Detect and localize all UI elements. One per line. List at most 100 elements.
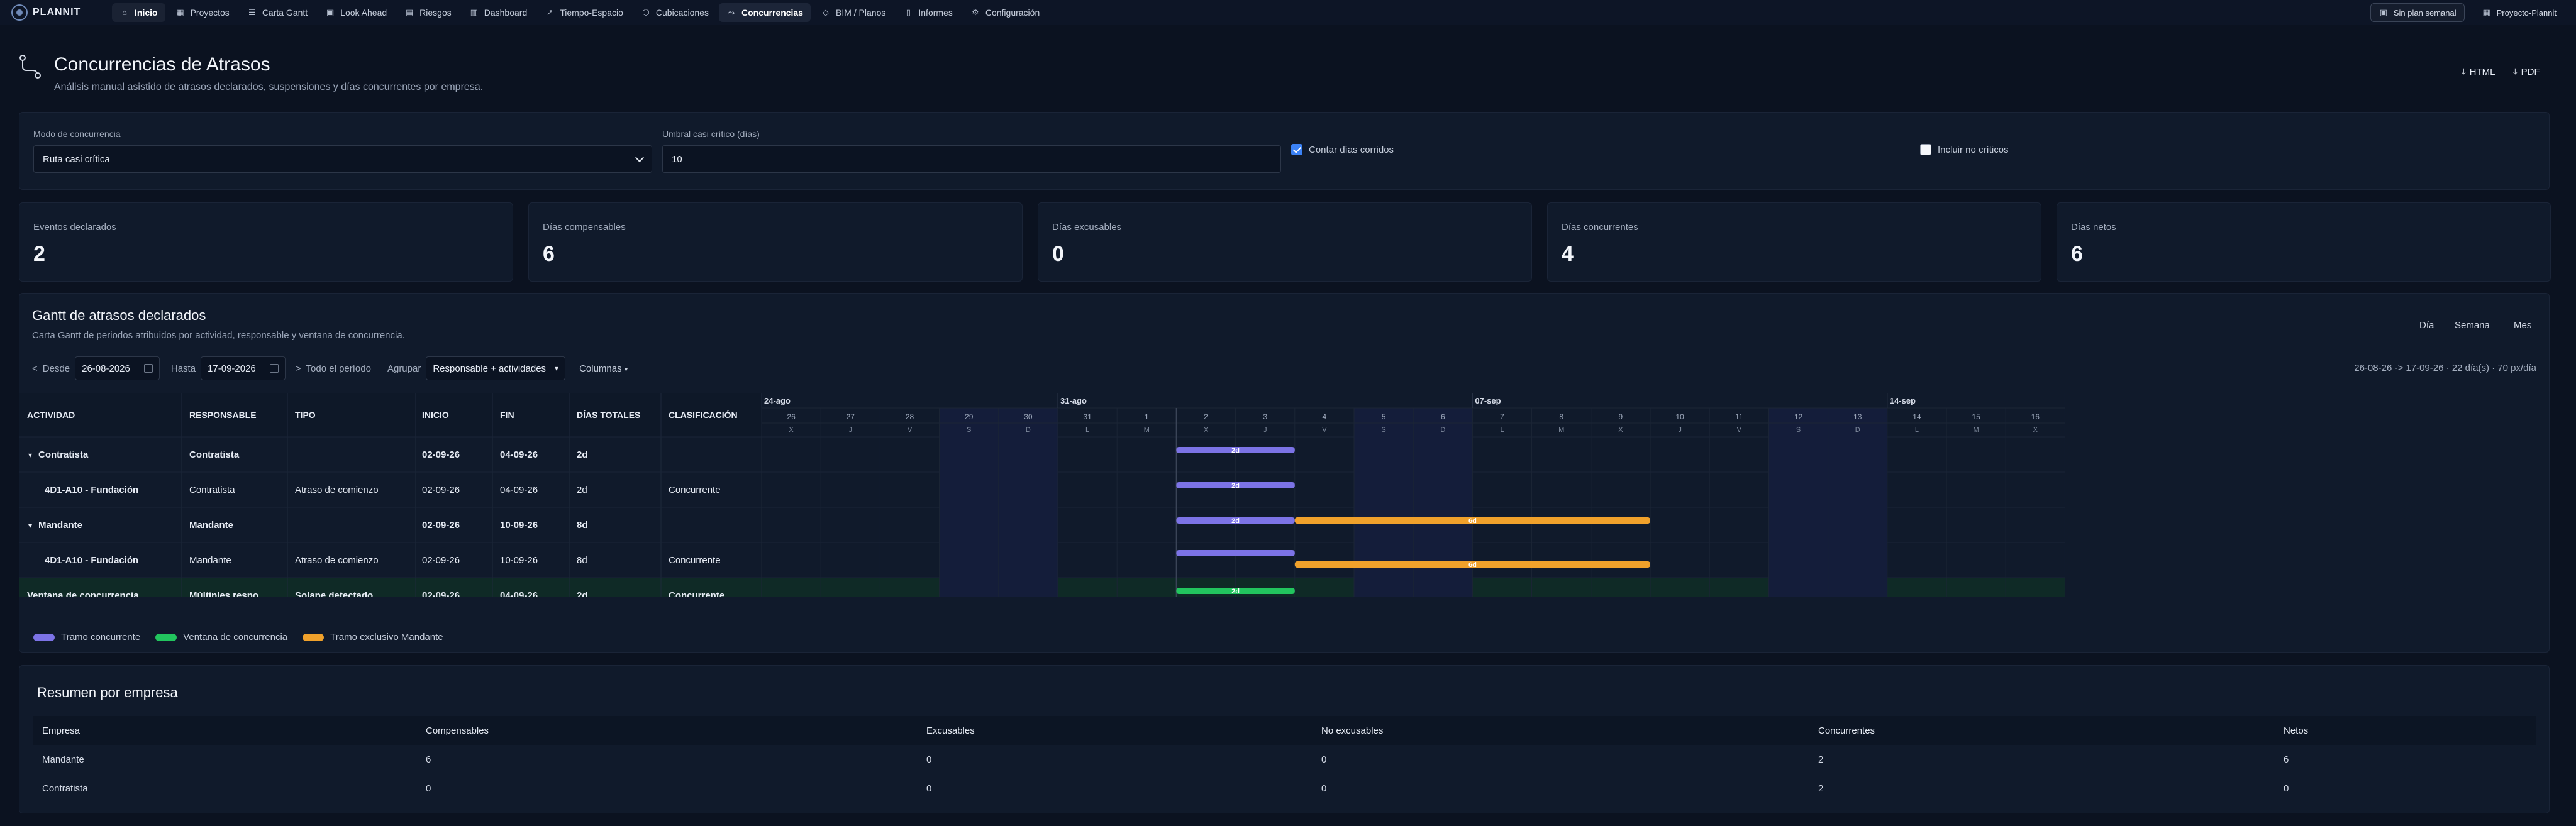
document-icon: ▯ [906, 7, 911, 17]
gantt-bar-label: 2d [1231, 517, 1240, 525]
weekly-plan-button[interactable]: ▣ Sin plan semanal [2370, 3, 2465, 22]
next-arrow-icon[interactable]: > [296, 363, 301, 374]
building-icon: ▦ [176, 7, 184, 17]
summary-cell: 0 [426, 783, 431, 794]
legend-item: Tramo exclusivo Mandante [303, 632, 443, 642]
table-cell: Mandante [189, 555, 231, 566]
column-header-4[interactable]: FIN [500, 410, 514, 420]
gantt-bar[interactable] [1176, 550, 1295, 556]
mode-label: Modo de concurrencia [33, 129, 121, 139]
day-letter: M [1558, 426, 1564, 434]
day-letter: L [1500, 426, 1504, 434]
prev-arrow-icon[interactable]: < [32, 363, 38, 374]
expand-chevron-icon[interactable]: ▾ [28, 521, 32, 530]
day-number: 14 [1913, 412, 1921, 421]
to-date-input[interactable]: 17-09-2026 [201, 356, 286, 380]
day-letter: X [789, 426, 794, 434]
table-cell: 04-09-26 [500, 590, 538, 597]
calendar-icon [143, 364, 153, 373]
kpi-label: Días compensables [543, 222, 626, 233]
summary-column-header[interactable]: Compensables [426, 725, 489, 736]
nav-item-look-ahead[interactable]: ▣ Look Ahead [318, 3, 394, 22]
column-header-5[interactable]: DÍAS TOTALES [577, 410, 640, 420]
count-calendar-checkbox[interactable]: Contar días corridos [1291, 144, 1394, 155]
cube-icon: ⬡ [642, 7, 650, 17]
kpi-value: 4 [1562, 242, 1574, 266]
nav-item-inicio[interactable]: ⌂ Inicio [112, 3, 165, 22]
export-html-button[interactable]: ⤓ HTML [2462, 67, 2495, 77]
nav-item-proyectos[interactable]: ▦ Proyectos [168, 3, 237, 22]
mode-select[interactable]: Ruta casi crítica [33, 145, 652, 173]
day-number: 30 [1024, 412, 1033, 421]
nav-item-concurrencias[interactable]: ⤳ Concurrencias [718, 3, 811, 22]
gantt-bar-label: 2d [1231, 447, 1240, 454]
scale-day-button[interactable]: Día [2419, 320, 2434, 331]
expand-chevron-icon[interactable]: ▾ [28, 451, 32, 460]
day-number: 2 [1204, 412, 1208, 421]
summary-column-header[interactable]: Concurrentes [1818, 725, 1875, 736]
gantt-bar-label: 2d [1231, 482, 1240, 490]
week-label: 14-sep [1890, 396, 1916, 405]
nav-item-carta-gantt[interactable]: ☰ Carta Gantt [240, 3, 315, 22]
nav-item-informes[interactable]: ▯ Informes [896, 3, 960, 22]
day-number: 13 [1853, 412, 1862, 421]
from-date-input[interactable]: 26-08-2026 [75, 356, 160, 380]
table-cell: Contratista [189, 449, 240, 460]
include-noncritical-checkbox[interactable]: Incluir no críticos [1920, 144, 2009, 155]
kpi-card: Eventos declarados 2 [19, 202, 513, 282]
summary-column-header[interactable]: Excusables [926, 725, 975, 736]
nav-item-riesgos[interactable]: ▤ Riesgos [397, 3, 459, 22]
kpi-card: Días concurrentes 4 [1547, 202, 2041, 282]
weekend-shade [1413, 408, 1473, 597]
group-select[interactable]: Responsable + actividades ▾ [426, 356, 566, 380]
logo[interactable]: PLANNIT [11, 4, 112, 21]
nav-item-label: Carta Gantt [262, 7, 308, 18]
group-value: Responsable + actividades [433, 363, 547, 374]
day-letter: L [1915, 426, 1919, 434]
range-info: 26-08-26 -> 17-09-26 · 22 día(s) · 70 px… [2354, 363, 2536, 373]
column-header-6[interactable]: CLASIFICACIÓN [669, 409, 738, 420]
nav-item-cubicaciones[interactable]: ⬡ Cubicaciones [633, 3, 716, 22]
whole-period-button[interactable]: Todo el período [306, 363, 371, 374]
threshold-label: Umbral casi crítico (días) [662, 129, 760, 139]
export-pdf-button[interactable]: ⤓ PDF [2513, 67, 2540, 77]
columns-button[interactable]: Columnas ▾ [579, 363, 628, 374]
scale-week-button[interactable]: Semana [2455, 320, 2490, 331]
table-cell: 10-09-26 [500, 520, 538, 531]
table-cell: Concurrente [669, 485, 721, 495]
day-number: 28 [906, 412, 914, 421]
scale-month-button[interactable]: Mes [2514, 320, 2531, 331]
summary-column-header[interactable]: Netos [2284, 725, 2308, 736]
summary-column-header[interactable]: Empresa [42, 725, 80, 736]
to-date-value: 17-09-2026 [208, 363, 256, 374]
day-letter: V [908, 426, 913, 434]
clipboard-icon: ▤ [406, 7, 414, 17]
column-header-1[interactable]: RESPONSABLE [189, 410, 257, 420]
summary-cell: 2 [1818, 754, 1824, 765]
checkbox-unchecked-icon [1920, 144, 1931, 155]
weekend-shade [939, 408, 999, 597]
table-cell: 04-09-26 [500, 449, 538, 460]
home-icon: ⌂ [122, 8, 127, 17]
project-selector[interactable]: ▦ Proyecto-Plannit [2473, 3, 2565, 22]
nav-item-configuraci-n[interactable]: ⚙ Configuración [963, 3, 1047, 22]
threshold-input[interactable]: 10 [662, 145, 1281, 173]
table-cell: Múltiples respo... [189, 590, 267, 597]
column-header-0[interactable]: ACTIVIDAD [27, 410, 75, 420]
gantt-title: Gantt de atrasos declarados [32, 307, 206, 323]
table-cell: 8d [577, 520, 588, 531]
nav-item-tiempo-espacio[interactable]: ↗ Tiempo-Espacio [537, 3, 631, 22]
column-header-3[interactable]: INICIO [422, 410, 449, 420]
summary-cell: 6 [426, 754, 431, 765]
nav-item-dashboard[interactable]: ▥ Dashboard [462, 3, 535, 22]
nav-item-bim-planos[interactable]: ◇ BIM / Planos [813, 3, 893, 22]
day-number: 29 [965, 412, 974, 421]
table-cell: Solape detectado [295, 590, 373, 597]
legend-swatch [303, 633, 325, 641]
table-cell: 04-09-26 [500, 485, 538, 495]
legend-label: Tramo concurrente [61, 632, 141, 642]
day-letter: S [1796, 426, 1801, 434]
summary-column-header[interactable]: No excusables [1321, 725, 1383, 736]
table-cell: 2d [577, 449, 588, 460]
column-header-2[interactable]: TIPO [295, 410, 316, 420]
